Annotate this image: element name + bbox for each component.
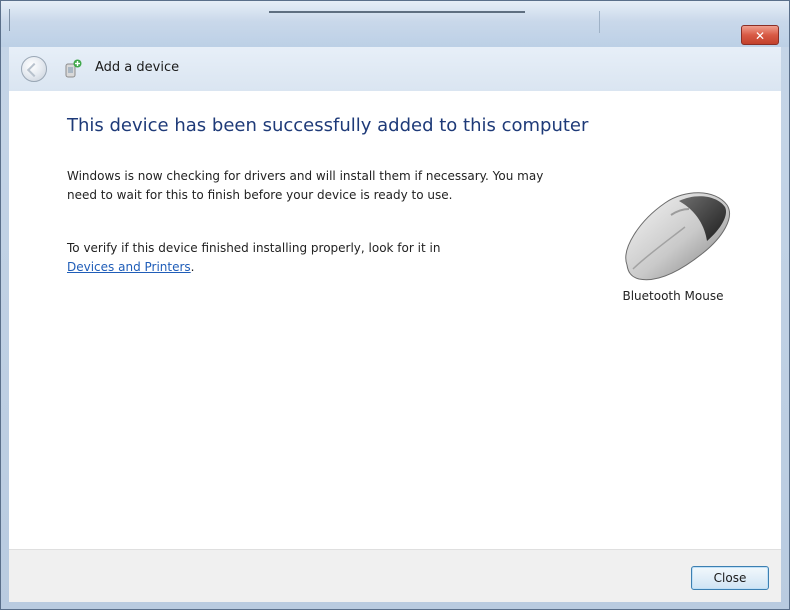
devices-and-printers-link[interactable]: Devices and Printers xyxy=(67,260,191,274)
success-heading: This device has been successfully added … xyxy=(67,115,589,136)
add-device-icon xyxy=(65,59,82,78)
title-bar-edge xyxy=(9,9,10,31)
add-device-window: ✕ Add a device This device has been succ… xyxy=(0,0,790,610)
device-label: Bluetooth Mouse xyxy=(622,289,724,303)
back-button[interactable] xyxy=(21,56,47,82)
close-button[interactable]: Close xyxy=(691,566,769,590)
navigation-bar: Add a device xyxy=(9,47,781,92)
window-close-button[interactable]: ✕ xyxy=(741,25,779,45)
verify-message: To verify if this device finished instal… xyxy=(67,239,547,277)
verify-message-suffix: . xyxy=(190,260,195,274)
verify-message-text: To verify if this device finished instal… xyxy=(67,241,441,255)
footer-bar: Close xyxy=(9,549,781,602)
title-bar: ✕ xyxy=(1,1,789,47)
nav-title: Add a device xyxy=(95,60,180,75)
title-bar-line xyxy=(269,11,525,13)
content-panel: This device has been successfully added … xyxy=(9,91,781,549)
driver-check-message: Windows is now checking for drivers and … xyxy=(67,169,544,202)
mouse-icon xyxy=(625,192,730,281)
title-bar-divider xyxy=(599,11,600,33)
